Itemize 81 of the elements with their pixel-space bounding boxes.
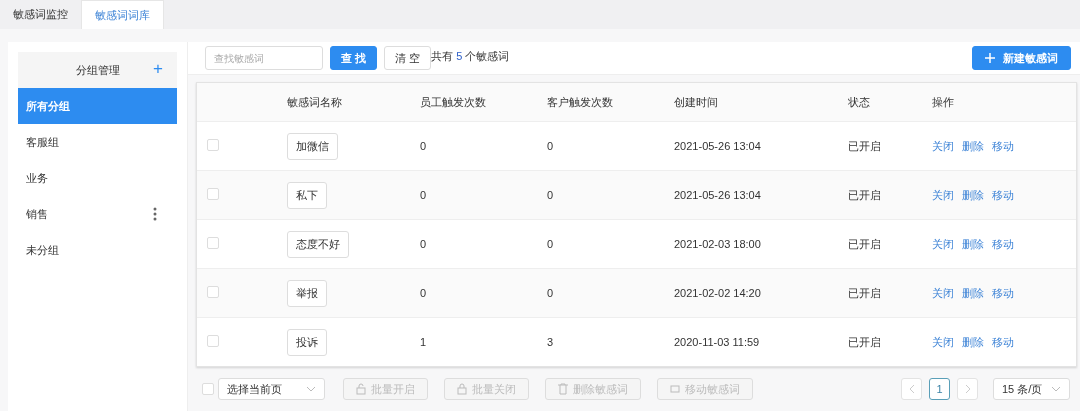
- search-button[interactable]: 查 找: [330, 46, 378, 71]
- table-cell-text: 1: [420, 336, 428, 349]
- lock-icon: [457, 383, 467, 396]
- sidebar-item[interactable]: 未分组: [18, 232, 177, 268]
- table-cell-text: 已开启: [848, 334, 882, 350]
- action-link[interactable]: 移动: [992, 139, 1014, 152]
- checkbox[interactable]: [207, 237, 219, 250]
- column-header: 敏感词名称: [287, 94, 343, 110]
- action-link[interactable]: 删除: [962, 335, 984, 348]
- column-header: 员工触发次数: [420, 94, 487, 110]
- action-link[interactable]: 移动: [992, 335, 1014, 348]
- checkbox[interactable]: [207, 335, 219, 348]
- checkbox[interactable]: [202, 383, 214, 396]
- table-cell-text: 0: [547, 189, 555, 202]
- sidebar-item[interactable]: 业务: [18, 160, 177, 196]
- chevron-right-icon: [964, 384, 971, 395]
- trash-icon: [558, 383, 568, 396]
- table-cell-text: 3: [547, 336, 555, 349]
- action-link[interactable]: 删除: [962, 188, 984, 201]
- table-cell-text: 0: [420, 140, 428, 153]
- table-cell-text: 2020-11-03 11:59: [674, 336, 761, 349]
- table-cell-text: 2021-02-02 14:20: [674, 287, 762, 300]
- checkbox[interactable]: [207, 139, 219, 152]
- action-link[interactable]: 关闭: [932, 237, 954, 250]
- table-cell-text: 0: [420, 238, 428, 251]
- action-link[interactable]: 删除: [962, 286, 984, 299]
- sidebar-item[interactable]: 客服组: [18, 124, 177, 160]
- column-header: 操作: [932, 94, 954, 110]
- table-cell-text: 0: [420, 189, 428, 202]
- chevron-left-icon: [908, 384, 915, 395]
- action-link[interactable]: 删除: [962, 139, 984, 152]
- table-cell-text: 0: [547, 140, 555, 153]
- action-link[interactable]: 删除: [962, 237, 984, 250]
- sidebar-title: 分组管理: [75, 62, 120, 78]
- page-select[interactable]: 选择当前页: [218, 378, 325, 401]
- action-link[interactable]: 移动: [992, 188, 1014, 201]
- tab[interactable]: 敏感词词库: [81, 0, 164, 29]
- checkbox[interactable]: [207, 286, 219, 299]
- clear-button[interactable]: 清 空: [384, 46, 432, 71]
- next-page-button[interactable]: [957, 378, 978, 401]
- unlock-icon: [356, 383, 366, 396]
- table-cell-text: 0: [420, 287, 428, 300]
- page-button[interactable]: 1: [929, 378, 950, 401]
- result-count: 共有 5 个敏感词: [431, 49, 510, 64]
- more-icon[interactable]: [153, 207, 157, 221]
- table-cell-text: 2021-05-26 13:04: [674, 189, 762, 202]
- word-tag: 态度不好: [287, 230, 349, 258]
- column-header: 创建时间: [674, 94, 719, 110]
- table-cell-text: 已开启: [848, 187, 882, 203]
- table-cell-text: 已开启: [848, 285, 882, 301]
- table-cell-text: 0: [547, 287, 555, 300]
- sidebar-item[interactable]: 所有分组: [18, 88, 177, 124]
- search-field[interactable]: 查找敏感词: [205, 46, 323, 71]
- action-link[interactable]: 关闭: [932, 286, 954, 299]
- action-link[interactable]: 移动: [992, 286, 1014, 299]
- checkbox[interactable]: [207, 188, 219, 201]
- square-icon: [670, 383, 680, 396]
- column-header: 客户触发次数: [547, 94, 614, 110]
- table-cell-text: 已开启: [848, 138, 882, 154]
- plus-icon: [985, 53, 995, 64]
- chevron-down-icon: [1051, 386, 1061, 393]
- table-cell-text: 已开启: [848, 236, 882, 252]
- new-word-button[interactable]: 新建敏感词: [972, 46, 1071, 71]
- action-link[interactable]: 移动: [992, 237, 1014, 250]
- column-header: 状态: [848, 94, 871, 110]
- chevron-down-icon: [306, 386, 316, 393]
- sidebar-item[interactable]: 销售: [18, 196, 177, 232]
- add-icon[interactable]: +: [153, 59, 163, 79]
- page-size-select[interactable]: 15 条/页: [993, 378, 1070, 401]
- table-cell-text: 0: [547, 238, 555, 251]
- table-cell-text: 2021-05-26 13:04: [674, 140, 762, 153]
- action-link[interactable]: 关闭: [932, 188, 954, 201]
- table-cell-text: 2021-02-03 18:00: [674, 238, 762, 251]
- previous-page-button[interactable]: [901, 378, 922, 401]
- word-tag: 投诉: [287, 328, 327, 356]
- action-link[interactable]: 关闭: [932, 335, 954, 348]
- word-tag: 举报: [287, 279, 327, 307]
- action-link[interactable]: 关闭: [932, 139, 954, 152]
- word-tag: 私下: [287, 181, 327, 209]
- word-tag: 加微信: [287, 132, 338, 160]
- tab[interactable]: 敏感词监控: [0, 0, 81, 29]
